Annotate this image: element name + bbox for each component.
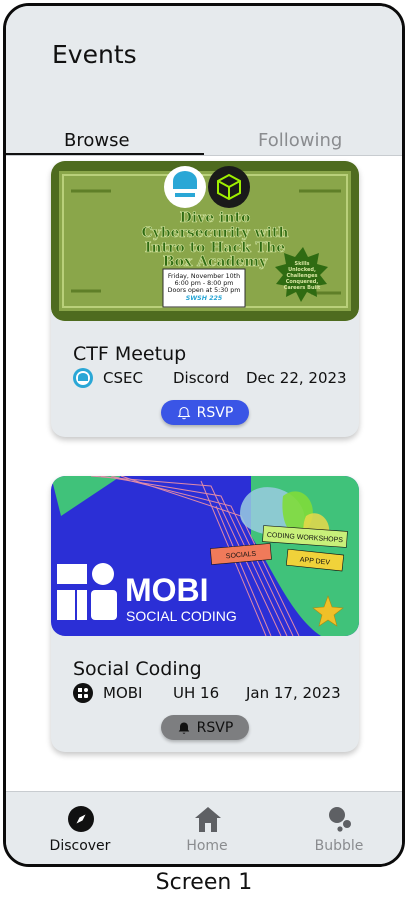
- banner-headline-line: Box Academy: [163, 254, 268, 270]
- nav-discover[interactable]: Discover: [30, 792, 130, 864]
- shield-logo-icon: [164, 166, 206, 208]
- event-date: Dec 22, 2023: [246, 369, 347, 387]
- active-tab-indicator: [6, 153, 204, 155]
- nav-home[interactable]: Home: [157, 792, 257, 864]
- banner-headline-line: Dive into: [180, 210, 251, 226]
- event-title: Social Coding: [73, 658, 202, 680]
- mobi-tagline: SOCIAL CODING: [126, 608, 237, 624]
- banner-info-line: 6:00 pm - 8:00 pm: [175, 280, 234, 287]
- banner-headline-line: Cybersecurity with: [141, 225, 288, 241]
- csec-logo-icon: [73, 368, 93, 388]
- mobi-logo-icon: [73, 683, 93, 703]
- mobi-brand: MOBI: [125, 572, 209, 608]
- event-date: Jan 17, 2023: [246, 684, 341, 702]
- nav-label: Bubble: [314, 838, 364, 854]
- banner-info-line: Friday, November 10th: [168, 273, 240, 280]
- page-title: Events: [52, 40, 137, 69]
- header: Events Browse Following: [6, 6, 402, 156]
- hack-the-box-cube-icon: [208, 166, 250, 208]
- event-card[interactable]: MOBI SOCIAL CODING CODING WORKSHOPS SOCI…: [51, 476, 359, 752]
- event-banner-image: Dive into Cybersecurity with Intro to Ha…: [51, 161, 359, 321]
- mobi-logo-mark: [57, 563, 117, 620]
- event-meta: CSEC Discord Dec 22, 2023: [73, 368, 353, 390]
- banner-info-line: SWSH 225: [186, 295, 223, 302]
- tab-following[interactable]: Following: [258, 130, 342, 151]
- event-location: UH 16: [173, 684, 220, 702]
- nav-label: Discover: [49, 838, 111, 854]
- bottom-nav: Discover Home Bubble: [6, 791, 402, 864]
- event-location: Discord: [173, 369, 230, 387]
- nav-bubble[interactable]: Bubble: [289, 792, 389, 864]
- bell-filled-icon: [178, 722, 189, 734]
- event-title: CTF Meetup: [73, 343, 187, 365]
- event-meta: MOBI UH 16 Jan 17, 2023: [73, 683, 353, 705]
- bubble-icon: [329, 807, 351, 832]
- rsvp-label: RSVP: [196, 719, 234, 736]
- screen-caption: Screen 1: [155, 870, 253, 895]
- rsvp-label: RSVP: [196, 404, 234, 421]
- event-banner-image: MOBI SOCIAL CODING CODING WORKSHOPS SOCI…: [51, 476, 359, 636]
- event-card[interactable]: Dive into Cybersecurity with Intro to Ha…: [51, 161, 359, 437]
- phone-frame: Events Browse Following Dive into Cybers…: [3, 3, 405, 867]
- compass-icon: [68, 806, 94, 832]
- event-org: MOBI: [103, 684, 143, 702]
- tab-browse[interactable]: Browse: [64, 130, 130, 151]
- bell-outline-icon: [177, 406, 191, 419]
- home-icon: [195, 807, 221, 832]
- rsvp-button[interactable]: RSVP: [161, 400, 249, 425]
- rsvp-button[interactable]: RSVP: [161, 715, 249, 740]
- banner-info-line: Doors open at 5:30 pm: [168, 287, 241, 294]
- event-org: CSEC: [103, 369, 143, 387]
- nav-label: Home: [186, 838, 228, 854]
- badge-line: Careers Built: [284, 285, 321, 291]
